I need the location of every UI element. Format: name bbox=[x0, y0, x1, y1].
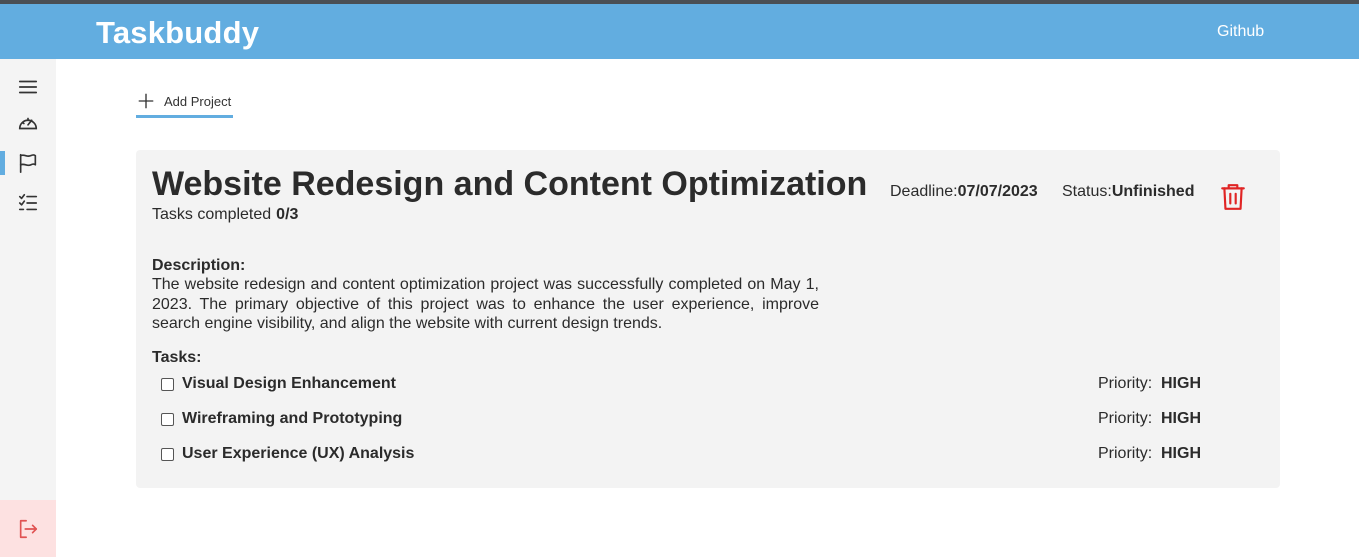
checklist-icon bbox=[18, 193, 38, 211]
sidebar-item-projects[interactable] bbox=[0, 147, 56, 179]
delete-project-button[interactable] bbox=[1219, 182, 1247, 212]
menu-icon bbox=[18, 80, 38, 94]
sidebar-item-menu[interactable] bbox=[0, 71, 56, 103]
tasks-completed-value: 0/3 bbox=[276, 206, 299, 223]
task-row: User Experience (UX) Analysis Priority: … bbox=[160, 444, 1204, 466]
priority-value: HIGH bbox=[1161, 375, 1201, 392]
project-title: Website Redesign and Content Optimizatio… bbox=[152, 165, 868, 203]
task-row: Wireframing and Prototyping Priority: HI… bbox=[160, 409, 1204, 431]
priority-label: Priority: bbox=[1098, 410, 1153, 427]
task-row: Visual Design Enhancement Priority: HIGH bbox=[160, 374, 1204, 396]
sidebar-item-tasks[interactable] bbox=[0, 187, 56, 219]
task-name: User Experience (UX) Analysis bbox=[182, 445, 415, 462]
priority-label: Priority: bbox=[1098, 445, 1153, 462]
tasks-completed: Tasks completed 0/3 bbox=[152, 206, 298, 224]
task-checkbox[interactable] bbox=[161, 448, 174, 461]
logout-icon bbox=[19, 519, 38, 538]
priority-value: HIGH bbox=[1161, 410, 1201, 427]
task-name: Wireframing and Prototyping bbox=[182, 410, 403, 427]
app-header: Taskbuddy Github bbox=[0, 4, 1359, 59]
description-label: Description: bbox=[152, 257, 246, 274]
project-description: The website redesign and content optimiz… bbox=[152, 276, 819, 332]
task-name: Visual Design Enhancement bbox=[182, 375, 396, 392]
deadline-value: 07/07/2023 bbox=[957, 183, 1038, 200]
priority-value: HIGH bbox=[1161, 445, 1201, 462]
sidebar-item-dashboard[interactable] bbox=[0, 107, 56, 139]
project-deadline: Deadline:07/07/2023 bbox=[890, 183, 1038, 201]
logout-button[interactable] bbox=[0, 500, 56, 557]
project-card: Website Redesign and Content Optimizatio… bbox=[136, 150, 1280, 488]
add-project-label: Add Project bbox=[164, 94, 232, 109]
task-checkbox[interactable] bbox=[161, 378, 174, 391]
status-value: Unfinished bbox=[1111, 183, 1195, 200]
project-status: Status:Unfinished bbox=[1062, 183, 1194, 201]
dashboard-gauge-icon bbox=[18, 117, 38, 130]
flag-icon bbox=[19, 153, 37, 173]
task-checkbox[interactable] bbox=[161, 413, 174, 426]
status-label: Status: bbox=[1062, 183, 1112, 200]
deadline-label: Deadline: bbox=[890, 183, 958, 200]
app-brand[interactable]: Taskbuddy bbox=[96, 15, 259, 51]
add-project-button[interactable]: Add Project bbox=[136, 90, 233, 118]
github-link[interactable]: Github bbox=[1217, 23, 1264, 41]
tasks-label: Tasks: bbox=[152, 349, 202, 366]
trash-icon bbox=[1221, 184, 1245, 210]
sidebar bbox=[0, 59, 56, 557]
priority-label: Priority: bbox=[1098, 375, 1153, 392]
tasks-completed-label: Tasks completed bbox=[152, 206, 272, 223]
plus-icon bbox=[138, 93, 154, 109]
